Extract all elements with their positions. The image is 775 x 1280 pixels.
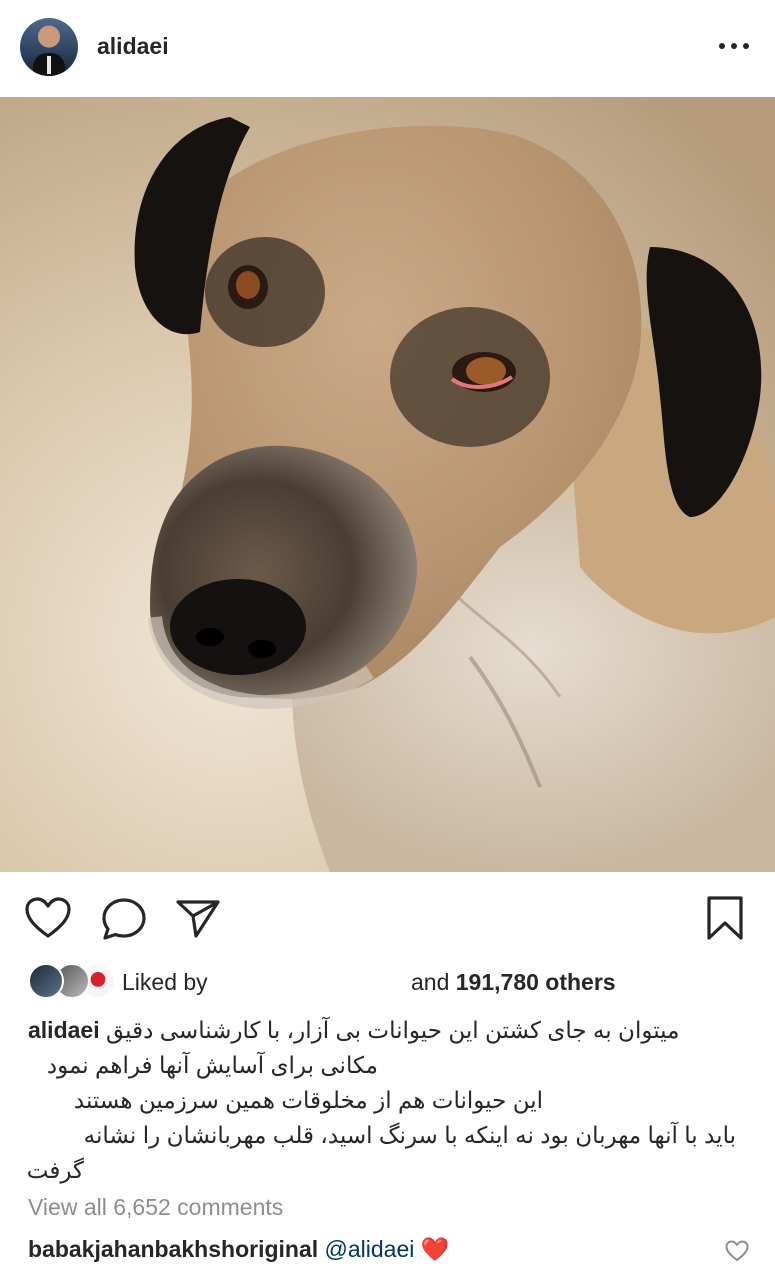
caption-text: میتوان به جای کشتن این حیوانات بی آزار، … — [106, 1017, 680, 1043]
post-caption: میتوان به جای کشتن این حیوانات بی آزار، … — [26, 1013, 736, 1188]
more-options-icon[interactable] — [717, 36, 751, 56]
comment-like-icon[interactable] — [725, 1240, 749, 1262]
comment-emoji: ❤️ — [420, 1236, 450, 1262]
heart-outline-icon[interactable] — [24, 896, 72, 940]
caption-line: این حیوانات هم از مخلوقات همین سرزمین هس… — [73, 1087, 543, 1113]
post-username[interactable]: alidaei — [97, 33, 169, 60]
user-avatar[interactable] — [20, 18, 78, 76]
dog-photo-illustration — [0, 97, 775, 872]
view-all-comments-link[interactable]: View all 6,652 comments — [28, 1194, 283, 1221]
comment-mention[interactable]: @alidaei — [325, 1236, 415, 1262]
caption-username[interactable]: alidaei — [28, 1017, 100, 1043]
likes-count[interactable]: and 191,780 others — [411, 969, 616, 996]
liked-by-label: Liked by — [122, 969, 208, 995]
post-header: alidaei — [0, 0, 775, 96]
likes-and: and — [411, 969, 450, 995]
post-photo[interactable] — [0, 97, 775, 872]
bookmark-icon[interactable] — [703, 894, 747, 942]
caption-line: باید با آنها مهربان بود نه اینکه با سرنگ… — [83, 1122, 736, 1148]
caption-line: گرفت — [26, 1157, 84, 1183]
likes-count-text: 191,780 others — [455, 969, 616, 995]
caption-line: میتوان به جای کشتن این حیوانات بی آزار، … — [28, 1013, 736, 1048]
likes-summary[interactable]: Liked by and 191,780 others — [28, 963, 768, 999]
comment-row: babakjahanbakhshoriginal @alidaei ❤️ — [28, 1236, 449, 1263]
caption-line: مکانی برای آسایش آنها فراهم نمود — [46, 1052, 378, 1078]
post-actions-bar — [0, 890, 775, 950]
paper-plane-icon[interactable] — [174, 896, 222, 940]
liker-avatar — [28, 963, 64, 999]
comment-username[interactable]: babakjahanbakhshoriginal — [28, 1236, 318, 1262]
comment-bubble-icon[interactable] — [100, 896, 148, 942]
